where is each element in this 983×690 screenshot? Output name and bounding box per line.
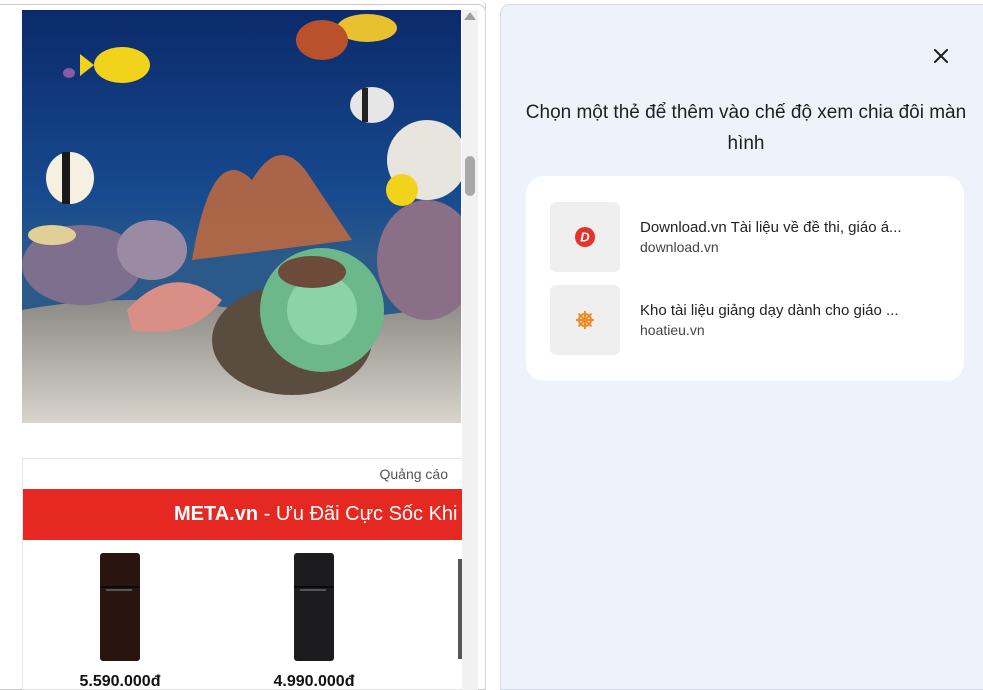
- left-browser-pane: Quảng cáo META.vn - Ưu Đãi Cực Sốc Khi 5…: [0, 0, 486, 690]
- tab-list: D Download.vn Tài liệu về đề thi, giáo á…: [526, 176, 964, 381]
- ship-wheel-icon: [576, 311, 594, 329]
- tab-title: Download.vn Tài liệu về đề thi, giáo á..…: [640, 219, 902, 236]
- split-view-picker: Chọn một thẻ để thêm vào chế độ xem chia…: [500, 4, 983, 690]
- ad-banner[interactable]: META.vn - Ưu Đãi Cực Sốc Khi: [23, 489, 462, 540]
- tab-url: hoatieu.vn: [640, 322, 705, 338]
- close-button[interactable]: [926, 41, 956, 71]
- picker-title: Chọn một thẻ để thêm vào chế độ xem chia…: [525, 102, 967, 154]
- scroll-up-arrow-icon[interactable]: [464, 12, 476, 20]
- product-card[interactable]: 4.990.000đ: [249, 553, 379, 690]
- fridge-image: [294, 553, 334, 661]
- product-price: 4.990.000đ: [273, 673, 355, 690]
- tab-option-download[interactable]: D Download.vn Tài liệu về đề thi, giáo á…: [550, 202, 950, 272]
- ad-banner-brand: META.vn: [174, 503, 259, 525]
- favicon-container: D: [550, 202, 620, 272]
- aquarium-image: [22, 10, 461, 423]
- download-vn-icon: D: [575, 227, 595, 247]
- fridge-image: [100, 553, 140, 661]
- tab-option-hoatieu[interactable]: Kho tài liệu giảng dạy dành cho giáo ...…: [550, 285, 950, 355]
- favicon-container: [550, 285, 620, 355]
- close-icon: [934, 49, 948, 63]
- advertisement[interactable]: Quảng cáo META.vn - Ưu Đãi Cực Sốc Khi 5…: [22, 458, 462, 690]
- product-edge: [458, 559, 462, 659]
- scroll-thumb[interactable]: [465, 156, 475, 196]
- left-scrollbar[interactable]: [462, 10, 478, 690]
- tab-title: Kho tài liệu giảng dạy dành cho giáo ...: [640, 302, 899, 319]
- ad-banner-text: - Ưu Đãi Cực Sốc Khi: [258, 503, 458, 525]
- product-price: 5.590.000đ: [79, 673, 161, 690]
- ad-label: Quảng cáo: [379, 466, 449, 482]
- product-card[interactable]: 5.590.000đ: [55, 553, 185, 690]
- svg-text:D: D: [580, 230, 590, 245]
- tab-url: download.vn: [640, 239, 719, 255]
